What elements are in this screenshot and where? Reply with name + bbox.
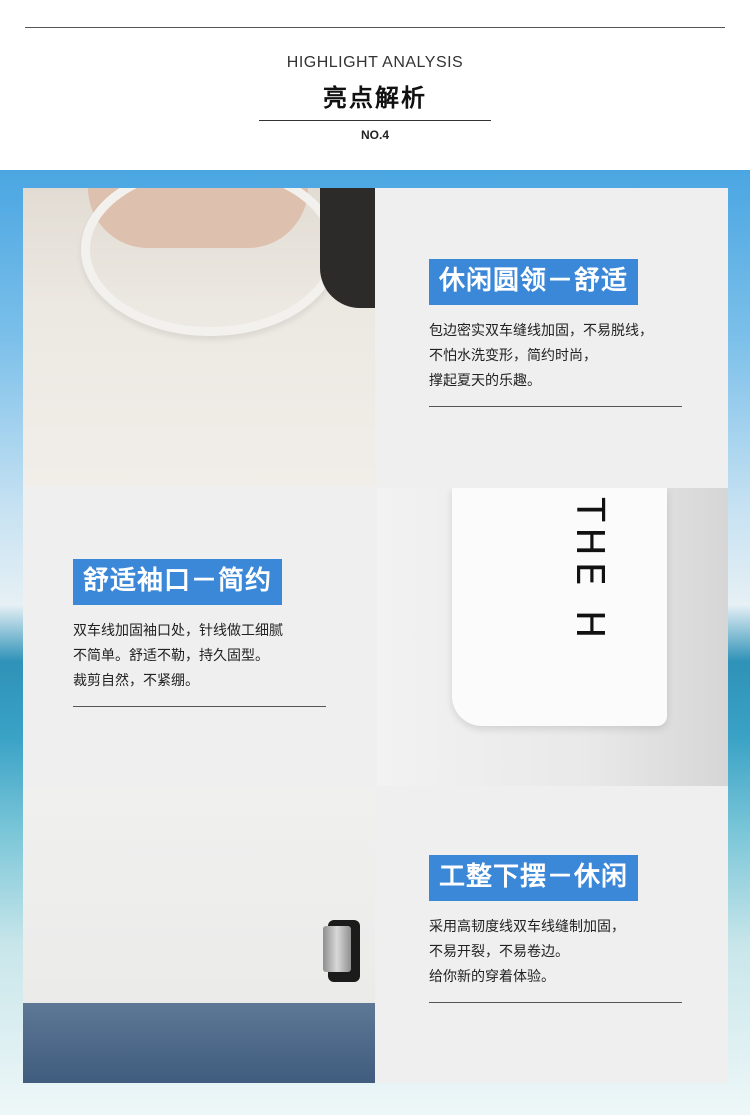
feature-line: 裁剪自然，不紧绷。 (73, 673, 199, 689)
feature-line: 采用高韧度线双车线缝制加固， (429, 919, 625, 935)
photo-collar (23, 188, 375, 486)
sleeve-fabric: THE H (452, 488, 667, 726)
feature-description: 包边密实双车缝线加固，不易脱线， 不怕水洗变形，简约时尚， 撑起夏天的乐趣。 (429, 319, 682, 394)
feature-collar: 休闲圆领－舒适 包边密实双车缝线加固，不易脱线， 不怕水洗变形，简约时尚， 撑起… (429, 259, 682, 407)
feature-line: 给你新的穿着体验。 (429, 969, 555, 985)
feature-divider (73, 706, 326, 707)
feature-line: 不怕水洗变形，简约时尚， (429, 348, 597, 364)
feature-divider (429, 406, 682, 407)
feature-line: 不简单。舒适不勒，持久固型。 (73, 648, 269, 664)
feature-line: 双车线加固袖口处，针线做工细腻 (73, 623, 283, 639)
section-number: NO.4 (360, 128, 389, 142)
feature-line: 撑起夏天的乐趣。 (429, 373, 541, 389)
feature-title: 休闲圆领－舒适 (429, 259, 639, 305)
feature-cuff: 舒适袖口－简约 双车线加固袖口处，针线做工细腻 不简单。舒适不勒，持久固型。 裁… (73, 559, 326, 707)
watch-buckle (323, 926, 351, 972)
sleeve-print-text: THE H (568, 498, 612, 645)
feature-description: 采用高韧度线双车线缝制加固， 不易开裂，不易卷边。 给你新的穿着体验。 (429, 915, 682, 990)
hair-shadow (320, 188, 375, 308)
photo-hem (23, 788, 375, 1083)
header-subtitle-en: HIGHLIGHT ANALYSIS (286, 54, 464, 71)
top-divider (25, 27, 725, 28)
feature-line: 不易开裂，不易卷边。 (429, 944, 569, 960)
title-underline (259, 120, 491, 121)
feature-divider (429, 1002, 682, 1003)
feature-title: 工整下摆－休闲 (429, 855, 639, 901)
photo-sleeve: THE H (377, 488, 728, 786)
feature-hem: 工整下摆－休闲 采用高韧度线双车线缝制加固， 不易开裂，不易卷边。 给你新的穿着… (429, 855, 682, 1003)
feature-line: 包边密实双车缝线加固，不易脱线， (429, 323, 653, 339)
jeans (23, 1003, 375, 1083)
feature-title: 舒适袖口－简约 (73, 559, 283, 605)
header-title-cn: 亮点解析 (323, 83, 427, 112)
section-header: HIGHLIGHT ANALYSIS 亮点解析 NO.4 (0, 0, 750, 170)
feature-description: 双车线加固袖口处，针线做工细腻 不简单。舒适不勒，持久固型。 裁剪自然，不紧绷。 (73, 619, 326, 694)
round-collar (81, 188, 339, 336)
